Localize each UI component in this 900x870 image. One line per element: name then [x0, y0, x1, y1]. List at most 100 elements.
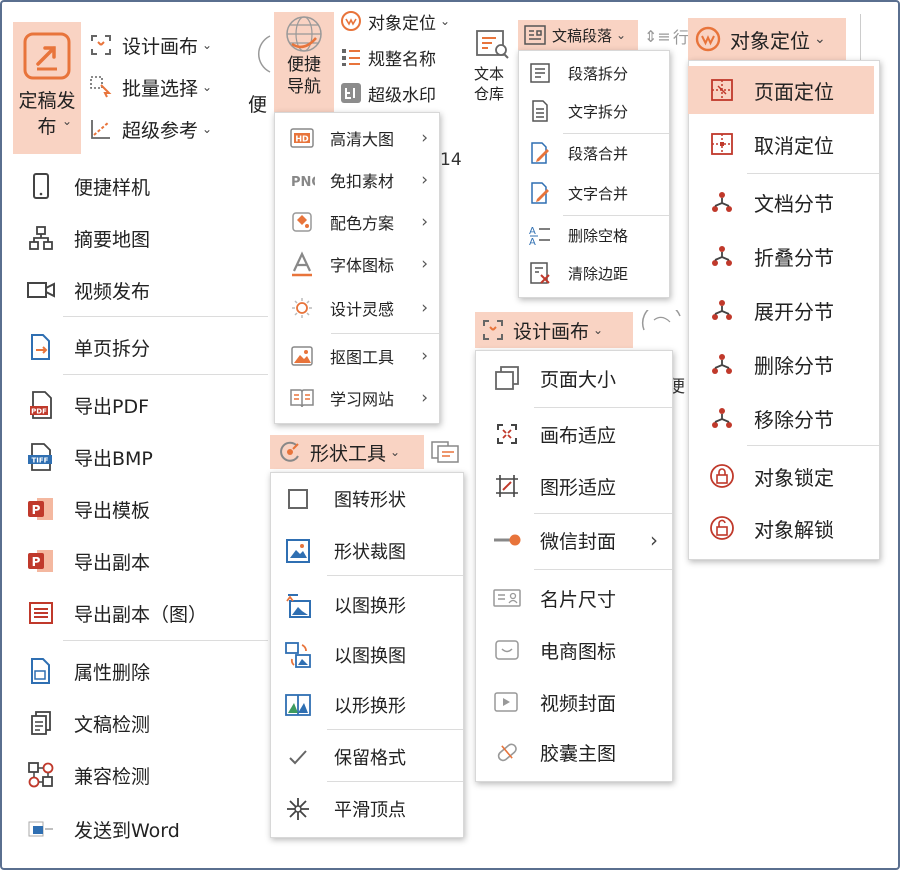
- shape-menu-item[interactable]: 以形换形: [284, 688, 460, 722]
- svg-text:TIFF: TIFF: [32, 457, 49, 465]
- png-icon: PNG: [288, 169, 316, 191]
- shape-menu-item[interactable]: 保留格式: [284, 740, 460, 774]
- paragraph-menu-item[interactable]: 段落拆分: [528, 58, 666, 88]
- position-menu-item-label: 页面定位: [754, 79, 834, 104]
- nav-menu-item[interactable]: 配色方案 ›: [288, 206, 434, 238]
- text-warehouse-button[interactable]: 文本仓库: [468, 28, 516, 104]
- square-outline-icon: [284, 487, 312, 511]
- shape-menu-item[interactable]: 以图换图: [284, 638, 460, 672]
- super-watermark-button[interactable]: 超级水印: [340, 80, 436, 106]
- chevron-right-icon: ›: [650, 528, 658, 552]
- publish-menu-item[interactable]: TIFF 导出BMP: [26, 440, 266, 474]
- publish-menu-item[interactable]: 视频发布: [26, 274, 266, 306]
- batch-select-button[interactable]: 批量选择 ⌄: [88, 72, 212, 102]
- shape-tool-button[interactable]: 形状工具 ⌄: [270, 435, 424, 469]
- svg-text:PNG: PNG: [291, 175, 315, 190]
- compatibility-icon: [26, 761, 56, 789]
- position-menu-item[interactable]: 删除分节: [688, 344, 874, 384]
- object-position-header-button[interactable]: 对象定位 ⌄: [688, 18, 846, 60]
- position-menu-item[interactable]: 取消定位: [688, 124, 874, 164]
- position-menu-item[interactable]: 对象锁定: [688, 456, 874, 496]
- paragraph-menu-item[interactable]: 文字合并: [528, 178, 666, 208]
- shape-menu-item-label: 保留格式: [334, 748, 406, 769]
- shape-menu-item-label: 平滑顶点: [334, 800, 406, 821]
- design-canvas-ribbon-button[interactable]: 设计画布 ⌄: [88, 30, 212, 60]
- publish-menu-item[interactable]: 单页拆分: [26, 330, 266, 364]
- position-menu-item[interactable]: 文档分节: [688, 182, 874, 222]
- canvas-menu-item[interactable]: 胶囊主图: [492, 734, 668, 770]
- svg-text:A: A: [529, 226, 536, 237]
- canvas-menu-item[interactable]: 画布适应: [492, 416, 668, 452]
- line-spacing-partial-label: 行: [672, 28, 689, 47]
- document-delete-icon: [26, 657, 56, 685]
- section-delete-icon: [708, 352, 736, 376]
- paragraph-menu-item[interactable]: 段落合并: [528, 138, 666, 168]
- delete-space-icon: AA: [528, 223, 552, 247]
- canvas-menu-item-label: 页面大小: [540, 368, 617, 391]
- nav-menu-item[interactable]: HD 高清大图 ›: [288, 122, 434, 154]
- chevron-down-icon: ⌄: [616, 28, 627, 42]
- chevron-right-icon: ›: [421, 128, 428, 148]
- position-menu-item[interactable]: 移除分节: [688, 398, 874, 438]
- publish-menu-item[interactable]: P 导出模板: [26, 492, 266, 526]
- publish-menu-item[interactable]: 发送到Word: [26, 812, 266, 846]
- shape-menu-item-label: 图转形状: [334, 490, 406, 511]
- paragraph-menu-item[interactable]: 文字拆分: [528, 96, 666, 126]
- shape-menu-item[interactable]: 图转形状: [284, 482, 460, 516]
- publish-menu-item[interactable]: P 导出副本: [26, 544, 266, 578]
- partial-ribbon-char: 便: [248, 94, 268, 116]
- publish-menu-item[interactable]: 文稿检测: [26, 706, 266, 740]
- canvas-menu-item[interactable]: 微信封面 ›: [492, 522, 668, 558]
- menu-separator: [747, 445, 879, 446]
- nav-menu-item[interactable]: 设计灵感 ›: [288, 292, 434, 324]
- canvas-menu-item[interactable]: 电商图标: [492, 632, 668, 668]
- powerpoint-icon: P: [26, 495, 56, 523]
- publish-menu-item[interactable]: 导出副本（图）: [26, 596, 266, 630]
- quick-nav-button[interactable]: 便捷导航: [274, 12, 334, 112]
- canvas-menu-item[interactable]: 图形适应: [492, 468, 668, 504]
- shape-menu-item[interactable]: 形状裁图: [284, 534, 460, 568]
- position-menu-item[interactable]: 折叠分节: [688, 236, 874, 276]
- normalize-name-button[interactable]: 规整名称: [340, 44, 436, 70]
- paragraph-menu-item[interactable]: AA 删除空格: [528, 220, 666, 250]
- canvas-menu-item[interactable]: 视频封面: [492, 684, 668, 720]
- shape-menu-item-label: 以形换形: [334, 696, 406, 717]
- shape-menu-item[interactable]: 以图换形: [284, 588, 460, 622]
- canvas-menu-item-label: 电商图标: [540, 640, 617, 663]
- ribbon-divider: [860, 14, 861, 64]
- position-menu-item[interactable]: 对象解锁: [688, 508, 874, 548]
- menu-separator: [563, 133, 669, 134]
- normalize-name-icon: [340, 46, 362, 68]
- paragraph-menu-item[interactable]: 清除边距: [528, 258, 666, 288]
- shape-menu-item[interactable]: 平滑顶点: [284, 792, 460, 826]
- position-menu-item[interactable]: 展开分节: [688, 290, 874, 330]
- publish-menu-item[interactable]: 兼容检测: [26, 758, 266, 792]
- doc-paragraph-button[interactable]: 文稿段落 ⌄: [518, 20, 638, 50]
- svg-text:A: A: [529, 237, 536, 247]
- nav-menu-item[interactable]: 抠图工具 ›: [288, 340, 434, 372]
- object-position-icon: [340, 10, 362, 32]
- publish-menu-item[interactable]: 便捷样机: [26, 170, 266, 202]
- publish-menu-item[interactable]: PDF 导出PDF: [26, 388, 266, 422]
- publish-menu-item-label: 兼容检测: [74, 765, 151, 788]
- canvas-menu-item[interactable]: 页面大小: [492, 360, 668, 396]
- chevron-down-icon: ⌄: [61, 114, 73, 128]
- nav-menu-item[interactable]: 学习网站 ›: [288, 382, 434, 414]
- publish-menu-item[interactable]: 摘要地图: [26, 222, 266, 254]
- publish-button[interactable]: 定稿发布 ⌄: [13, 22, 81, 154]
- chevron-right-icon: ›: [421, 388, 428, 408]
- nav-menu-item[interactable]: PNG 免扣素材 ›: [288, 164, 434, 196]
- nav-menu-item[interactable]: 字体图标 ›: [288, 248, 434, 280]
- hd-icon: HD: [288, 128, 316, 148]
- position-menu-item[interactable]: 页面定位: [688, 66, 874, 114]
- chevron-down-icon: ⌄: [202, 80, 213, 94]
- shape-menu-item-label: 以图换形: [334, 596, 406, 617]
- position-menu-item-label: 展开分节: [754, 299, 834, 324]
- publish-menu-item[interactable]: 属性删除: [26, 654, 266, 688]
- super-reference-button[interactable]: 超级参考 ⌄: [88, 114, 212, 144]
- video-camera-icon: [26, 280, 56, 300]
- object-position-ribbon-button[interactable]: 对象定位 ⌄: [340, 8, 450, 34]
- canvas-menu-item[interactable]: 名片尺寸: [492, 580, 668, 616]
- design-canvas-header-button[interactable]: 设计画布 ⌄: [475, 312, 633, 348]
- phone-icon: [26, 172, 56, 200]
